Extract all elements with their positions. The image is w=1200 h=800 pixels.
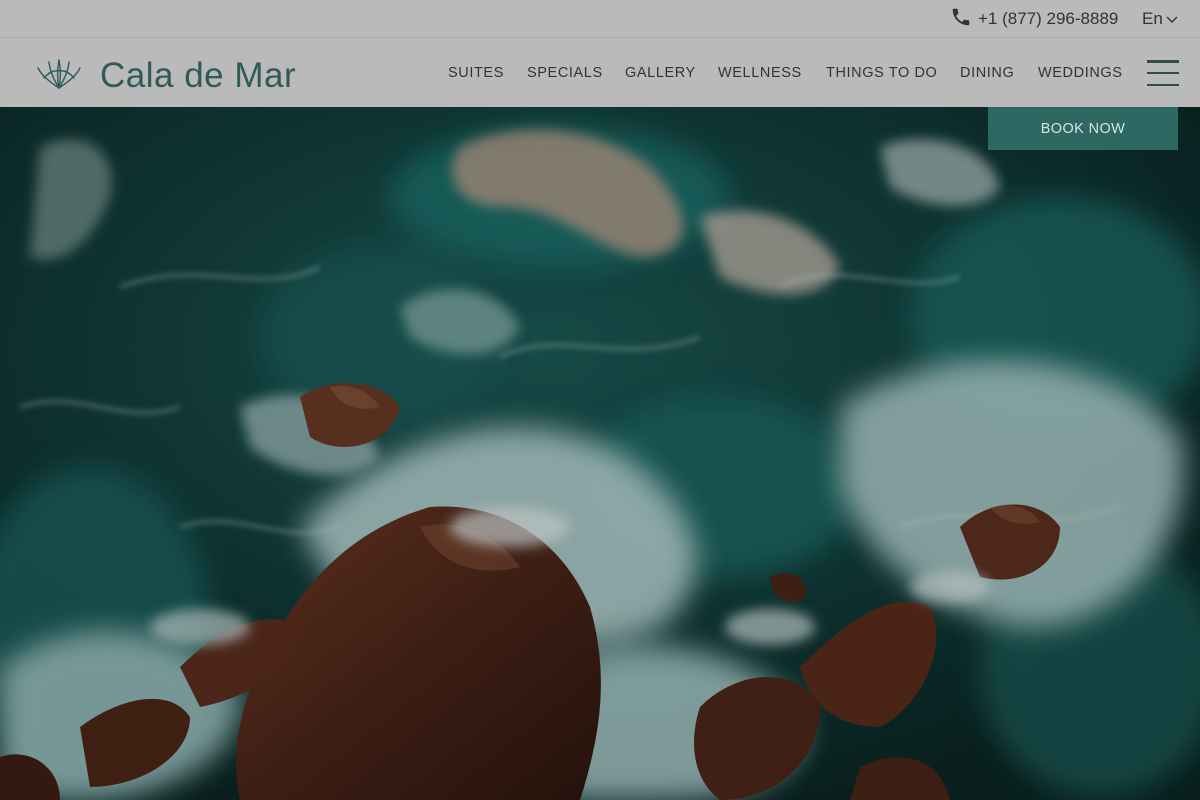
- phone-link[interactable]: +1 (877) 296-8889: [950, 8, 1118, 30]
- menu-line: [1147, 83, 1179, 86]
- menu-line: [1147, 60, 1179, 63]
- language-label: En: [1142, 9, 1163, 28]
- hamburger-menu-icon[interactable]: [1147, 60, 1179, 86]
- phone-icon: [950, 6, 972, 33]
- nav-specials[interactable]: SPECIALS: [527, 65, 603, 81]
- hero-image: [0, 107, 1200, 800]
- main-header: Cala de Mar SUITES SPECIALS GALLERY WELL…: [0, 38, 1200, 107]
- nav-wellness[interactable]: WELLNESS: [718, 65, 802, 81]
- nav-things-to-do[interactable]: THINGS TO DO: [826, 65, 937, 81]
- book-now-button[interactable]: BOOK NOW: [988, 107, 1178, 150]
- primary-nav: SUITES SPECIALS GALLERY WELLNESS THINGS …: [0, 65, 1200, 85]
- top-utility-bar: +1 (877) 296-8889 En: [0, 0, 1200, 38]
- nav-gallery[interactable]: GALLERY: [625, 65, 696, 81]
- nav-suites[interactable]: SUITES: [448, 65, 504, 81]
- hero-overlay: [0, 107, 1200, 800]
- language-selector[interactable]: En: [1142, 8, 1178, 30]
- chevron-down-icon: [1166, 9, 1178, 29]
- nav-dining[interactable]: DINING: [960, 65, 1014, 81]
- menu-line: [1147, 71, 1179, 75]
- phone-number: +1 (877) 296-8889: [978, 9, 1119, 28]
- nav-weddings[interactable]: WEDDINGS: [1038, 65, 1123, 81]
